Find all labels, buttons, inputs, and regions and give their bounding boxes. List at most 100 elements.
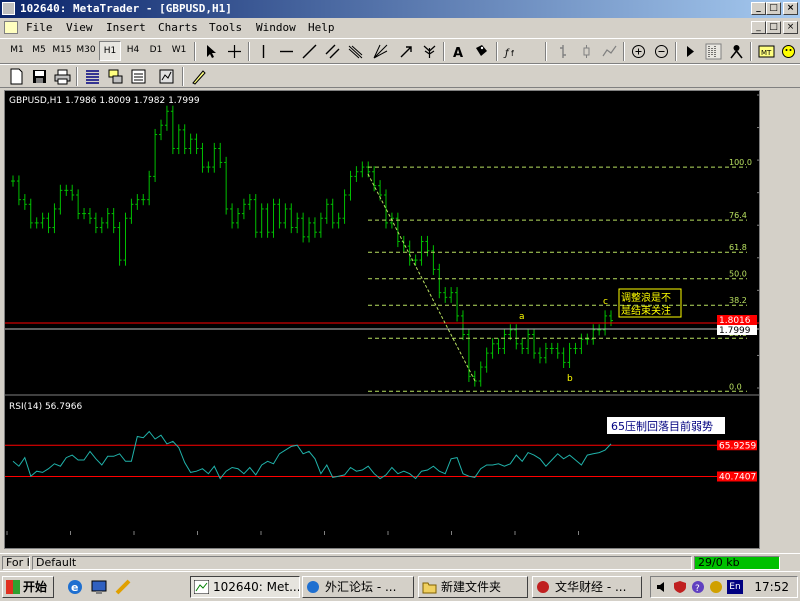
new-chart-icon[interactable] — [8, 68, 25, 85]
doc-close-button[interactable]: × — [783, 21, 798, 34]
tf-w1-button[interactable]: W1 — [168, 41, 190, 61]
crosshair-icon[interactable] — [226, 43, 243, 60]
volume-icon[interactable] — [655, 580, 669, 594]
annotation-line2: 是结束关注 — [621, 304, 671, 317]
wave-label-b: b — [567, 374, 573, 384]
zoom-in-icon[interactable] — [630, 43, 647, 60]
time-tick-label: 10 Aug 14:00 — [6, 539, 67, 548]
doc-minimize-button[interactable]: _ — [751, 21, 766, 34]
rsi-indicator: 65.9259 40.7407 — [5, 430, 757, 482]
price-chart[interactable]: 100.076.461.850.038.223.60.0 GBPUSD,H1 1… — [5, 91, 759, 548]
time-tick-label: 16 Aug 18:00 — [197, 539, 258, 548]
metatrader-app-icon[interactable] — [2, 2, 15, 15]
close-button[interactable]: × — [783, 2, 798, 15]
fib-level-label: 0.0 — [729, 382, 742, 391]
period-icon[interactable]: ƒf — [503, 43, 520, 60]
chart-header: GBPUSD,H1 1.7986 1.8009 1.7982 1.7999 — [9, 96, 200, 106]
taskbar-folder[interactable]: 新建文件夹 — [418, 576, 528, 598]
time-tick-label: 24 Aug 06:00 — [451, 539, 512, 548]
expert-on-icon[interactable]: MT — [758, 43, 775, 60]
text-icon[interactable]: A — [450, 43, 467, 60]
time-tick-label: 11 Aug 22:00 — [70, 539, 131, 548]
vertical-line-icon[interactable] — [255, 43, 272, 60]
taskbar-label: 外汇论坛 - ... — [325, 580, 397, 594]
menu-view[interactable]: View — [66, 21, 93, 34]
expert-advisor-icon[interactable] — [728, 43, 745, 60]
fibonacci-icon[interactable] — [347, 43, 364, 60]
line-chart-icon[interactable] — [601, 43, 618, 60]
menu-insert[interactable]: Insert — [106, 21, 146, 34]
zoom-out-icon[interactable] — [653, 43, 670, 60]
chart-shift-icon[interactable] — [705, 43, 722, 60]
menu-file[interactable]: File — [26, 21, 53, 34]
tf-m5-button[interactable]: M5 — [28, 41, 50, 61]
autoscroll-icon[interactable] — [682, 43, 699, 60]
horizontal-line-icon[interactable] — [278, 43, 295, 60]
time-tick-label: 25 Aug 14:00 — [514, 539, 575, 548]
tf-m1-button[interactable]: M1 — [6, 41, 28, 61]
language-indicator[interactable]: En — [727, 580, 743, 594]
toolbar-separator — [623, 42, 625, 61]
tf-m30-button[interactable]: M30 — [75, 41, 97, 61]
taskbar-wenhua[interactable]: 文华财经 - ... — [532, 576, 642, 598]
doc-restore-button[interactable]: □ — [766, 21, 781, 34]
menu-help[interactable]: Help — [308, 21, 335, 34]
tf-h1-button[interactable]: H1 — [99, 41, 121, 61]
shield-icon[interactable] — [673, 580, 687, 594]
bar-chart-icon[interactable] — [555, 43, 572, 60]
fan-icon[interactable] — [421, 43, 438, 60]
price-axis: 1.84951.84251.83551.82851.82151.81451.80… — [757, 94, 759, 389]
ie-icon[interactable]: e — [66, 578, 84, 596]
wenhua-icon — [537, 581, 549, 593]
arrow-tool-icon[interactable] — [398, 43, 415, 60]
fib-level-label: 61.8 — [729, 243, 747, 252]
desktop-icon[interactable] — [90, 578, 108, 596]
price-bars-group — [11, 105, 613, 387]
start-button[interactable]: 开始 — [2, 576, 54, 598]
trendline-icon[interactable] — [301, 43, 318, 60]
toolbar-separator — [443, 42, 445, 61]
wave-label-c: c — [603, 297, 608, 307]
market-watch-icon[interactable] — [84, 68, 101, 85]
svg-text:ƒ: ƒ — [503, 48, 510, 59]
help-icon[interactable]: ? — [691, 580, 705, 594]
toolbar-separator — [750, 42, 752, 61]
channel-icon[interactable] — [324, 43, 341, 60]
ime-icon[interactable] — [709, 580, 723, 594]
time-tick-label: 13 Aug 06:00 — [133, 539, 194, 548]
cursor-icon[interactable] — [203, 43, 220, 60]
menu-charts[interactable]: Charts — [158, 21, 198, 34]
chart-window[interactable]: 100.076.461.850.038.223.60.0 GBPUSD,H1 1… — [4, 90, 760, 549]
terminal-icon[interactable] — [130, 68, 147, 85]
label-icon[interactable] — [473, 43, 490, 60]
toolbar-separator — [248, 42, 250, 61]
smile-icon[interactable] — [780, 43, 797, 60]
fib-trendline — [367, 173, 476, 382]
tf-h4-button[interactable]: H4 — [122, 41, 144, 61]
status-help-text: For Help, press F1 — [2, 556, 30, 570]
rsi-line — [12, 430, 612, 480]
tf-d1-button[interactable]: D1 — [145, 41, 167, 61]
save-icon[interactable] — [31, 68, 48, 85]
print-icon[interactable] — [54, 68, 71, 85]
history-center-icon[interactable] — [190, 68, 207, 85]
fib-level-label: 100.0 — [729, 158, 752, 167]
minimize-button[interactable]: _ — [751, 2, 766, 15]
media-icon[interactable] — [114, 578, 132, 596]
fib-level-label: 38.2 — [729, 296, 747, 305]
candle-chart-icon[interactable] — [578, 43, 595, 60]
time-tick-label: 18 Aug 02:00 — [260, 539, 321, 548]
taskbar-metatrader[interactable]: 102640: Met... — [190, 576, 300, 598]
tester-icon[interactable] — [158, 68, 175, 85]
menu-tools[interactable]: Tools — [209, 21, 242, 34]
maximize-button[interactable]: □ — [766, 2, 781, 15]
chart-doc-icon[interactable] — [4, 21, 18, 34]
menu-window[interactable]: Window — [256, 21, 296, 34]
toolbar-separator — [675, 42, 677, 61]
taskbar-forum[interactable]: 外汇论坛 - ... — [302, 576, 414, 598]
tf-m15-button[interactable]: M15 — [51, 41, 73, 61]
toolbar-separator — [182, 67, 184, 86]
navigator-icon[interactable] — [107, 68, 124, 85]
clock: 17:52 — [754, 580, 789, 594]
gann-icon[interactable] — [372, 43, 389, 60]
